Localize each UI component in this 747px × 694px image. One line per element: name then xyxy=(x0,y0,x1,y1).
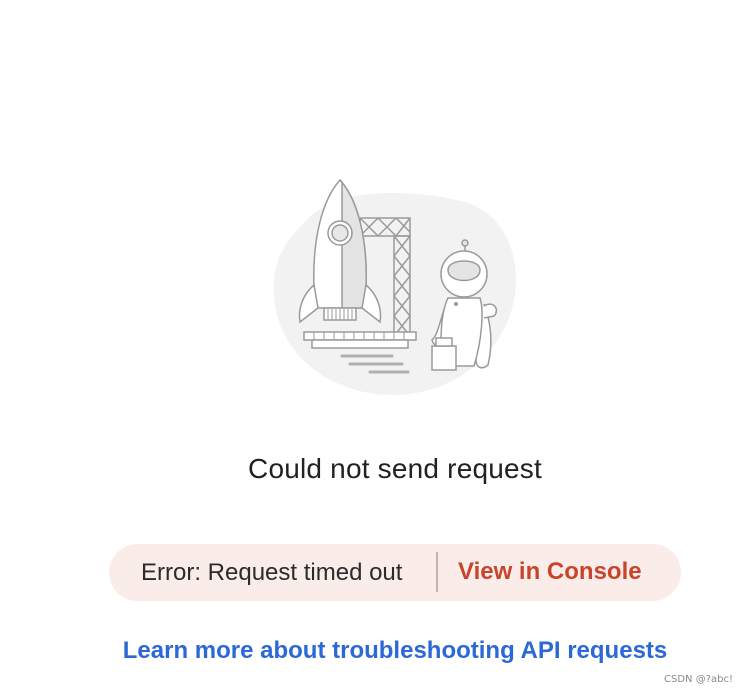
error-banner: Error: Request timed out View in Console xyxy=(109,544,681,601)
view-in-console-link[interactable]: View in Console xyxy=(458,558,642,586)
rocket-astronaut-illustration xyxy=(262,170,532,405)
watermark: CSDN @?abc! xyxy=(664,674,733,685)
request-error-page: Could not send request Error: Request ti… xyxy=(0,0,747,694)
error-message: Error: Request timed out xyxy=(141,559,403,586)
error-title: Could not send request xyxy=(248,453,542,484)
troubleshooting-help-link[interactable]: Learn more about troubleshooting API req… xyxy=(0,637,747,665)
divider xyxy=(436,552,438,592)
